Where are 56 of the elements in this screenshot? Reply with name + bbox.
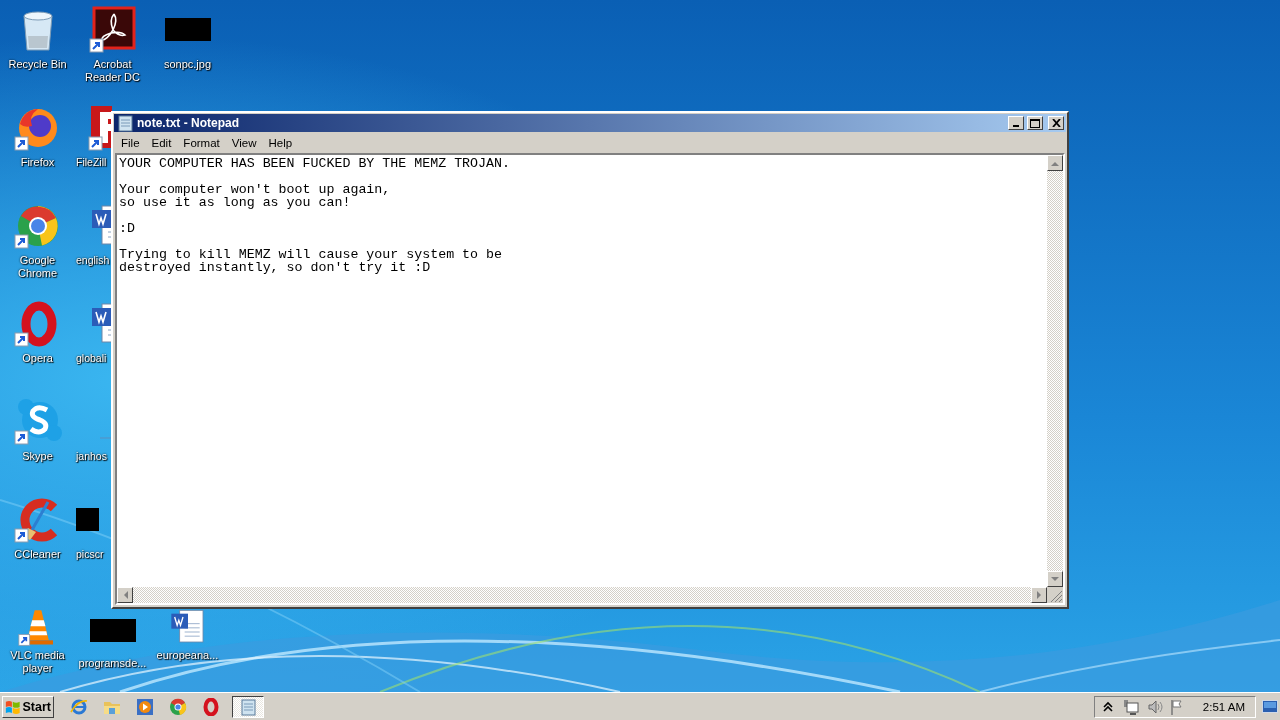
desktop-icon-label[interactable]: picscr xyxy=(76,548,104,561)
close-icon xyxy=(1051,119,1061,127)
desktop-icon-label[interactable]: Skype xyxy=(1,450,74,463)
image-thumbnail-icon[interactable] xyxy=(88,619,137,642)
title-bar[interactable]: note.txt - Notepad xyxy=(114,114,1066,132)
right-arrow-icon xyxy=(1036,591,1042,599)
image-thumbnail-icon[interactable] xyxy=(163,18,212,41)
clock[interactable]: 2:51 AM xyxy=(1202,700,1245,713)
scroll-left-button[interactable] xyxy=(117,587,133,603)
filezilla-icon[interactable] xyxy=(88,104,112,152)
desktop-icon-label[interactable]: CCleaner xyxy=(1,548,74,561)
image-thumbnail-icon[interactable] xyxy=(75,508,99,531)
desktop-icon-label[interactable]: Firefox xyxy=(1,156,74,169)
close-button[interactable] xyxy=(1048,116,1064,130)
taskbar-button[interactable] xyxy=(232,695,264,718)
desktop-icon-label[interactable]: sonpc.jpg xyxy=(151,58,224,71)
desktop-icon-label[interactable]: Google Chrome xyxy=(1,254,74,280)
skype-icon[interactable] xyxy=(13,398,62,446)
down-arrow-icon xyxy=(1051,576,1059,582)
scroll-up-button[interactable] xyxy=(1047,155,1063,171)
maximize-icon xyxy=(1030,118,1040,128)
up-arrow-icon xyxy=(1051,160,1059,166)
horizontal-scrollbar[interactable] xyxy=(117,587,1047,603)
desktop-icon-label[interactable]: Acrobat Reader DC xyxy=(76,58,149,84)
media-player-icon[interactable] xyxy=(136,697,154,716)
opera-icon[interactable] xyxy=(202,697,220,716)
desktop-icon-label[interactable]: english xyxy=(76,254,110,267)
show-desktop-icon[interactable] xyxy=(1262,698,1278,715)
minimize-button[interactable] xyxy=(1008,116,1024,130)
notepad-icon xyxy=(239,697,257,716)
menu-item[interactable]: Format xyxy=(177,136,226,149)
scroll-down-button[interactable] xyxy=(1047,571,1063,587)
desktop-icon-label[interactable]: programsde... xyxy=(76,657,149,670)
notepad-icon[interactable] xyxy=(116,114,134,132)
windows-logo-icon xyxy=(5,698,21,715)
desktop-icon-label[interactable]: FileZill xyxy=(76,156,107,169)
start-button[interactable]: Start xyxy=(2,695,54,718)
menu-item[interactable]: Help xyxy=(262,136,299,149)
internet-explorer-icon[interactable] xyxy=(70,697,88,716)
desktop-icon-label[interactable]: Opera xyxy=(1,352,74,365)
menu-item[interactable]: File xyxy=(115,136,146,149)
menu-item[interactable]: View xyxy=(225,136,263,149)
network-icon[interactable] xyxy=(1121,697,1140,716)
desktop-icon-label[interactable]: globali xyxy=(76,352,107,365)
window-title: note.txt - Notepad xyxy=(137,116,240,130)
desktop-icon-label[interactable]: europeana... xyxy=(151,649,224,662)
desktop-icon-label[interactable]: Recycle Bin xyxy=(1,58,74,71)
maximize-button[interactable] xyxy=(1027,116,1043,130)
desktop-icon-label[interactable]: janhos xyxy=(76,450,107,463)
scroll-right-button[interactable] xyxy=(1031,587,1047,603)
document-text[interactable]: YOUR COMPUTER HAS BEEN FUCKED BY THE MEMZ TROJAN. Your computer won't boot up again, so use it as long as you can! :D Trying to kill MEMZ will cause your system to be destroyed instantly, so don't try it :D xyxy=(117,155,1047,587)
vertical-scrollbar[interactable] xyxy=(1047,155,1063,587)
left-arrow-icon xyxy=(122,591,128,599)
menu-item[interactable]: Edit xyxy=(145,136,178,149)
desktop-icon-label[interactable]: VLC media player xyxy=(1,649,74,675)
chrome-icon[interactable] xyxy=(169,697,187,716)
